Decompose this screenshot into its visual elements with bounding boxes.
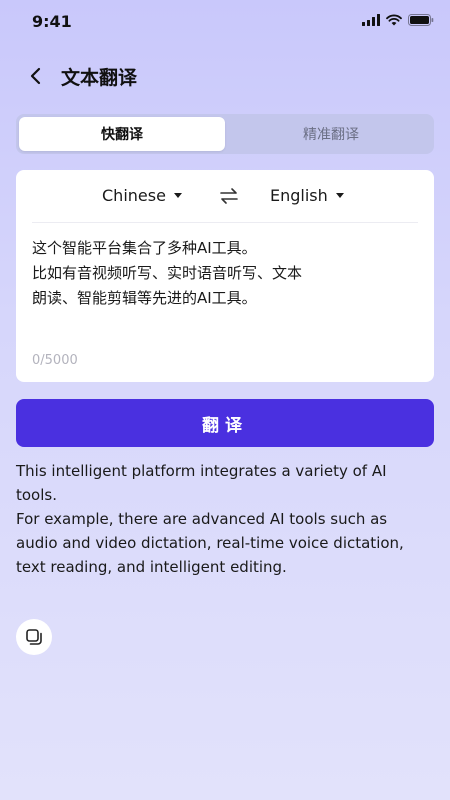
translation-mode-tabs: 快翻译 精准翻译: [16, 114, 434, 154]
target-language-label: English: [270, 186, 328, 205]
source-card: Chinese English 这个智能平台集合了多种AI工具。 比如有音视频听…: [16, 170, 434, 382]
copy-button[interactable]: [16, 619, 52, 655]
language-selector-row: Chinese English: [32, 170, 418, 223]
tab-precise-translate[interactable]: 精准翻译: [228, 114, 434, 154]
caret-down-icon: [335, 193, 344, 198]
translate-button[interactable]: 翻译: [16, 399, 434, 447]
tab-quick-translate[interactable]: 快翻译: [19, 117, 225, 151]
caret-down-icon: [173, 193, 182, 198]
target-language-select[interactable]: English: [270, 186, 344, 205]
source-language-label: Chinese: [102, 186, 166, 205]
copy-icon: [26, 629, 42, 645]
source-text-input[interactable]: 这个智能平台集合了多种AI工具。 比如有音视频听写、实时语音听写、文本 朗读、智…: [32, 236, 332, 311]
header: 文本翻译: [0, 56, 450, 96]
back-button[interactable]: [22, 62, 50, 90]
page-title: 文本翻译: [61, 67, 138, 89]
wifi-icon: [386, 14, 402, 26]
battery-icon: [408, 14, 434, 26]
swap-arrows-icon[interactable]: [218, 185, 240, 207]
status-bar: 9:41: [0, 0, 450, 44]
translation-result: This intelligent platform integrates a v…: [16, 462, 404, 576]
status-time: 9:41: [32, 12, 72, 31]
source-language-select[interactable]: Chinese: [102, 186, 182, 205]
status-icons: [362, 14, 434, 26]
char-count: 0/5000: [32, 353, 78, 368]
chevron-left-icon: [30, 67, 41, 85]
signal-icon: [362, 14, 380, 26]
